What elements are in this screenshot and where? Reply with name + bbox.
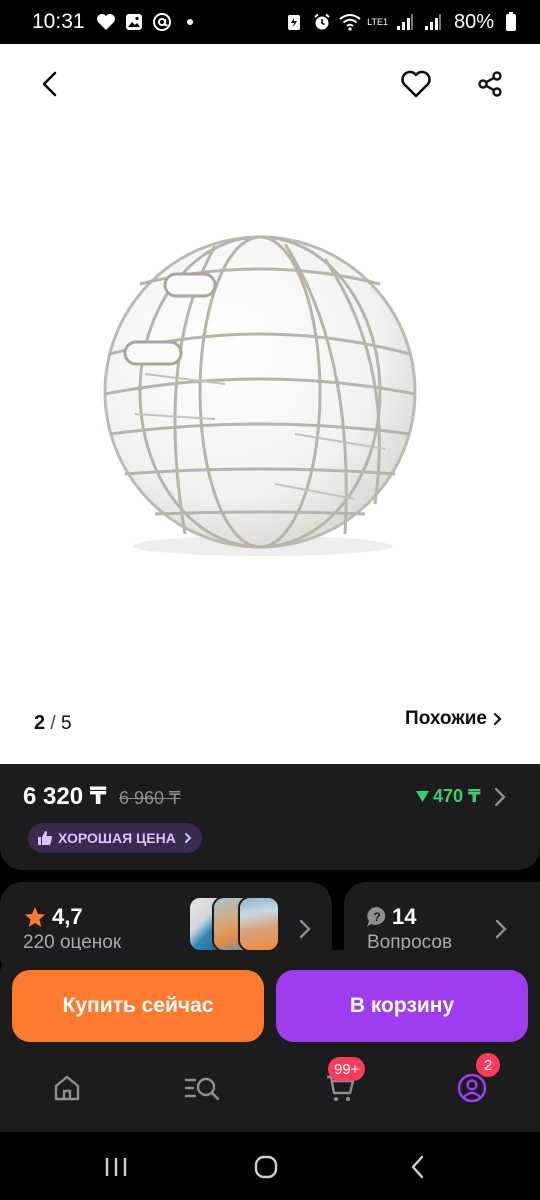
product-gallery[interactable]: 2 / 5 Похожие	[0, 44, 540, 764]
share-button[interactable]	[470, 64, 510, 104]
tab-catalog[interactable]	[182, 1068, 222, 1108]
profile-icon	[457, 1073, 487, 1103]
review-photos[interactable]	[188, 896, 288, 952]
home-button[interactable]	[246, 1152, 286, 1182]
back-button[interactable]	[30, 64, 70, 104]
favorite-button[interactable]	[396, 64, 436, 104]
system-icons: LTE1 80%	[283, 11, 522, 34]
thumbs-up-icon	[38, 831, 52, 845]
home-icon	[54, 1075, 80, 1101]
dot-icon	[179, 11, 201, 33]
questions-count: 14	[392, 904, 417, 929]
similar-label: Похожие	[405, 708, 487, 729]
gallery-notification-icon	[123, 11, 145, 33]
recent-apps-icon	[105, 1158, 127, 1176]
gallery-total: 5	[60, 713, 72, 734]
current-price: 6 320 ₸	[23, 783, 107, 810]
question-bubble-icon: ?	[367, 907, 386, 927]
cart-badge: 99+	[328, 1057, 366, 1081]
battery-percent: 80%	[453, 10, 494, 33]
gallery-current: 2	[34, 712, 46, 734]
notification-icons	[95, 11, 201, 33]
system-navigation-bar	[0, 1132, 540, 1200]
status-bar: 10:31 LTE1 80%	[0, 0, 540, 44]
hamster-ball-image	[103, 235, 417, 556]
svg-text:?: ?	[373, 910, 380, 924]
review-photo	[238, 896, 280, 952]
battery-saver-icon	[283, 11, 305, 33]
star-icon	[25, 907, 45, 927]
tab-home[interactable]	[47, 1068, 87, 1108]
buy-now-button[interactable]: Купить сейчас	[12, 970, 264, 1042]
rating-value: 4,7	[52, 904, 83, 929]
bottom-tab-bar: 99+ 2	[0, 1053, 540, 1128]
signal-1-icon	[394, 11, 416, 33]
product-info-panel: 6 320 ₸ 6 960 ₸ 470 ₸ ХОРОШАЯ ЦЕНА 4,7 2…	[0, 764, 540, 1200]
recent-apps-button[interactable]	[96, 1152, 136, 1182]
heart-icon	[401, 70, 431, 98]
status-time: 10:31	[32, 10, 85, 33]
signal-2-icon	[422, 11, 444, 33]
gallery-separator: /	[50, 713, 56, 734]
catalog-search-icon	[184, 1077, 220, 1101]
gallery-pager: 2 / 5	[34, 712, 72, 735]
alarm-icon	[311, 11, 333, 33]
discount-value: 470 ₸	[433, 786, 481, 806]
chevron-right-icon	[299, 919, 311, 939]
network-label: LTE1	[367, 17, 388, 27]
price-card: 6 320 ₸ 6 960 ₸ 470 ₸ ХОРОШАЯ ЦЕНА	[0, 764, 540, 870]
wifi-icon	[339, 11, 361, 33]
rating: 4,7	[24, 904, 83, 930]
chevron-right-icon	[494, 787, 506, 807]
share-icon	[478, 71, 502, 97]
battery-icon	[500, 11, 522, 33]
questions: ? 14	[366, 904, 416, 930]
chevron-left-icon	[42, 71, 57, 97]
old-price: 6 960 ₸	[119, 788, 181, 808]
heart-notification-icon	[95, 11, 117, 33]
chevron-right-icon	[495, 919, 507, 939]
similar-link[interactable]: Похожие	[405, 708, 502, 730]
home-circle-icon	[254, 1155, 278, 1179]
back-chevron-icon	[411, 1155, 424, 1179]
down-triangle-icon	[416, 791, 429, 802]
profile-badge: 2	[476, 1053, 500, 1077]
good-price-badge[interactable]: ХОРОШАЯ ЦЕНА	[28, 823, 202, 853]
add-to-cart-button[interactable]: В корзину	[276, 970, 528, 1042]
at-notification-icon	[151, 11, 173, 33]
back-nav-button[interactable]	[398, 1152, 438, 1182]
discount-amount[interactable]: 470 ₸	[416, 786, 481, 807]
chevron-right-icon	[493, 712, 502, 726]
chevron-right-icon	[184, 833, 192, 843]
good-price-label: ХОРОШАЯ ЦЕНА	[58, 830, 176, 846]
